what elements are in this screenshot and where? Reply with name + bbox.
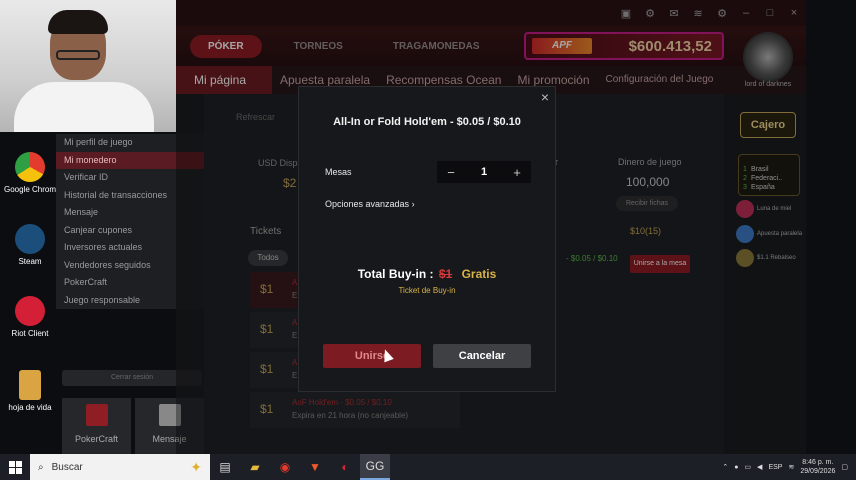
gg-app-icon[interactable]: GG xyxy=(360,454,390,480)
desktop-icon-riot[interactable]: Riot Client xyxy=(0,296,60,338)
desktop-icon-label: hoja de vida xyxy=(8,403,52,412)
desktop-icon-resume[interactable]: hoja de vida xyxy=(0,370,60,412)
system-tray: ⌃ ● ▭ ◀ ESP ≋ 8:46 p. m. 29/09/2026 ▢ xyxy=(722,454,856,480)
desktop-icon-chrome[interactable]: Google Chrom xyxy=(0,152,60,194)
wifi-icon[interactable]: ≋ xyxy=(788,463,794,471)
advanced-options-label: Opciones avanzadas xyxy=(325,199,410,209)
volume-icon[interactable]: ◀ xyxy=(757,463,762,471)
chevron-up-icon[interactable]: ⌃ xyxy=(722,463,728,471)
brave-icon[interactable]: ▼ xyxy=(300,454,330,480)
decrement-button[interactable]: − xyxy=(445,165,457,180)
increment-button[interactable]: + xyxy=(511,165,523,180)
dialog-title: All-In or Fold Hold'em - $0.05 / $0.10 xyxy=(333,116,521,128)
taskbar-search[interactable]: ⌕ Buscar ✦ xyxy=(30,454,210,480)
desktop-icon-label: Steam xyxy=(18,257,42,266)
sparkle-icon: ✦ xyxy=(190,459,202,475)
poker-app-icon[interactable]: ◐ xyxy=(330,454,360,480)
file-explorer-icon[interactable]: ▰ xyxy=(240,454,270,480)
join-dialog: × All-In or Fold Hold'em - $0.05 / $0.10… xyxy=(298,86,556,392)
buyin-free: Gratis xyxy=(461,267,497,281)
join-button[interactable]: Unirse xyxy=(323,344,421,368)
buyin-original: $1 xyxy=(438,267,453,281)
tables-quantity[interactable]: 1 xyxy=(481,166,487,178)
taskbar: ⌕ Buscar ✦ ▤ ▰ ◉ ▼ ◐ GG ⌃ ● ▭ ◀ ESP ≋ 8:… xyxy=(0,454,856,480)
close-icon[interactable]: × xyxy=(541,89,549,105)
start-button[interactable] xyxy=(0,454,30,480)
tile-label: PokerCraft xyxy=(74,434,118,444)
chevron-right-icon: › xyxy=(411,199,415,209)
clock-time: 8:46 p. m. xyxy=(802,459,834,466)
desktop-icon-steam[interactable]: Steam xyxy=(0,224,60,266)
search-icon: ⌕ xyxy=(38,461,44,473)
windows-icon xyxy=(8,460,22,474)
pokercraft-tile[interactable]: PokerCraft xyxy=(62,398,131,454)
cancel-button[interactable]: Cancelar xyxy=(433,344,531,368)
clock[interactable]: 8:46 p. m. 29/09/2026 xyxy=(800,458,835,476)
mic-icon[interactable]: ● xyxy=(734,464,738,471)
tables-label: Mesas xyxy=(325,167,352,177)
ticket-note: Ticket de Buy-in xyxy=(398,286,456,295)
buyin-label: Total Buy-in : xyxy=(357,267,434,281)
tables-stepper: − 1 + xyxy=(437,161,531,183)
notification-icon[interactable]: ▢ xyxy=(841,463,848,471)
advanced-options-link[interactable]: Opciones avanzadas › xyxy=(325,199,415,209)
pokercraft-icon xyxy=(85,404,108,426)
document-icon xyxy=(19,370,41,400)
riot-icon xyxy=(15,296,45,326)
task-view-icon[interactable]: ▤ xyxy=(210,454,240,480)
battery-icon[interactable]: ▭ xyxy=(744,463,751,471)
search-placeholder: Buscar xyxy=(51,461,83,473)
chrome-icon xyxy=(15,152,45,182)
desktop-icon-label: Google Chrom xyxy=(3,185,57,194)
clock-date: 29/09/2026 xyxy=(800,468,836,475)
desktop-icon-label: Riot Client xyxy=(11,329,49,338)
webcam-overlay xyxy=(0,0,176,132)
language-indicator[interactable]: ESP xyxy=(768,464,782,471)
total-buyin: Total Buy-in : $1 Gratis xyxy=(299,267,555,281)
steam-icon xyxy=(15,224,45,254)
chrome-icon[interactable]: ◉ xyxy=(270,454,300,480)
